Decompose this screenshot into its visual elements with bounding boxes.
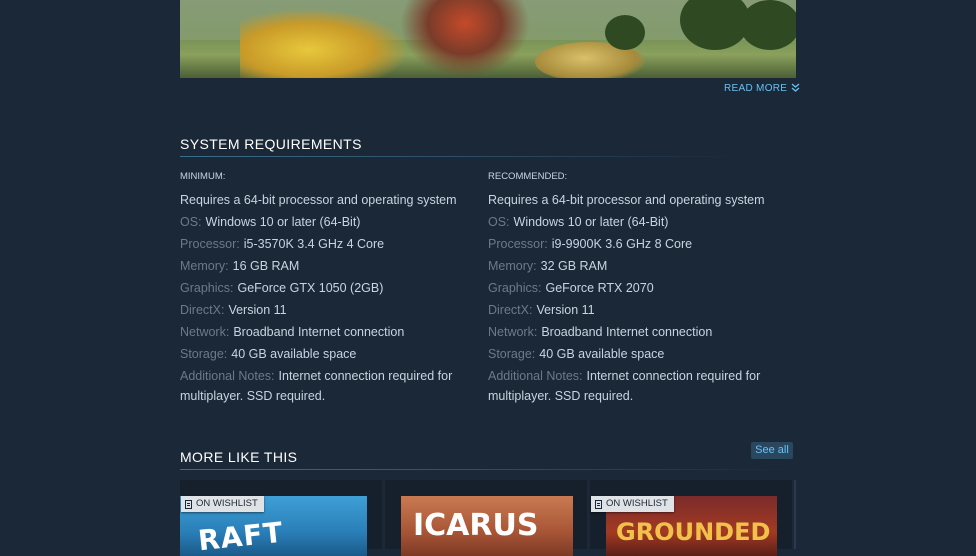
read-more-label: READ MORE <box>724 83 788 94</box>
req-label: Graphics: <box>180 281 234 295</box>
min-graphics-row: Graphics: GeForce GTX 1050 (2GB) <box>180 277 470 299</box>
rec-directx-row: DirectX: Version 11 <box>488 299 778 321</box>
game-screenshot-banner <box>180 0 796 78</box>
wishlist-badge: ON WISHLIST <box>181 496 264 512</box>
req-label: Network: <box>488 325 538 339</box>
req-label: DirectX: <box>180 303 225 317</box>
req-label: Processor: <box>488 237 548 251</box>
min-os-row: OS: Windows 10 or later (64-Bit) <box>180 211 470 233</box>
next-card-edge <box>794 480 796 549</box>
req-value: GeForce GTX 1050 (2GB) <box>237 281 384 295</box>
banner-tree <box>740 0 796 50</box>
wishlist-label: ON WISHLIST <box>196 498 258 509</box>
wishlist-icon <box>185 499 192 509</box>
game-logo: GROUNDED <box>616 518 771 546</box>
req-label: DirectX: <box>488 303 533 317</box>
min-storage-row: Storage: 40 GB available space <box>180 343 470 365</box>
req-value: i9-9900K 3.6 GHz 8 Core <box>551 237 693 251</box>
min-directx-row: DirectX: Version 11 <box>180 299 470 321</box>
req-value: 40 GB available space <box>539 347 665 361</box>
game-logo: ICARUS <box>413 508 539 543</box>
min-processor-row: Processor: i5-3570K 3.4 GHz 4 Core <box>180 233 470 255</box>
min-memory-row: Memory: 16 GB RAM <box>180 255 470 277</box>
req-value: GeForce RTX 2070 <box>545 281 654 295</box>
minimum-requirements: MINIMUM: Requires a 64-bit processor and… <box>180 170 470 406</box>
req-value: 16 GB RAM <box>232 259 300 273</box>
req-value: Broadband Internet connection <box>541 325 713 339</box>
system-requirements-title: SYSTEM REQUIREMENTS <box>180 136 362 152</box>
section-divider <box>180 156 740 157</box>
req-value: i5-3570K 3.4 GHz 4 Core <box>243 237 385 251</box>
req-label: Additional Notes: <box>488 369 583 383</box>
recommended-intro: Requires a 64-bit processor and operatin… <box>488 193 765 207</box>
section-divider <box>180 469 796 470</box>
recommendation-carousel: RAFT ON WISHLIST ICARUS GROUNDED ON WISH… <box>180 480 796 556</box>
double-chevron-down-icon <box>791 83 800 94</box>
rec-graphics-row: Graphics: GeForce RTX 2070 <box>488 277 778 299</box>
req-value: Broadband Internet connection <box>233 325 405 339</box>
banner-character <box>400 0 530 78</box>
rec-notes-row: Additional Notes: Internet connection req… <box>488 366 778 406</box>
req-label: Additional Notes: <box>180 369 275 383</box>
banner-creature <box>240 8 410 78</box>
rec-os-row: OS: Windows 10 or later (64-Bit) <box>488 211 778 233</box>
see-all-button[interactable]: See all <box>751 442 793 459</box>
req-label: Processor: <box>180 237 240 251</box>
read-more-link[interactable]: READ MORE <box>724 83 800 94</box>
req-label: Storage: <box>180 347 228 361</box>
more-like-this-title: MORE LIKE THIS <box>180 449 298 465</box>
minimum-heading: MINIMUM: <box>180 171 226 182</box>
rec-memory-row: Memory: 32 GB RAM <box>488 255 778 277</box>
min-notes-row: Additional Notes: Internet connection req… <box>180 366 470 406</box>
wishlist-icon <box>595 499 602 509</box>
min-network-row: Network: Broadband Internet connection <box>180 321 470 343</box>
rec-processor-row: Processor: i9-9900K 3.6 GHz 8 Core <box>488 233 778 255</box>
wishlist-badge: ON WISHLIST <box>591 496 674 512</box>
rec-network-row: Network: Broadband Internet connection <box>488 321 778 343</box>
req-value: Version 11 <box>536 303 595 317</box>
req-value: Windows 10 or later (64-Bit) <box>513 215 669 229</box>
req-label: Storage: <box>488 347 536 361</box>
recommended-heading: RECOMMENDED: <box>488 171 568 182</box>
game-card-grounded[interactable]: GROUNDED ON WISHLIST <box>590 480 792 556</box>
minimum-intro: Requires a 64-bit processor and operatin… <box>180 193 457 207</box>
game-card-icarus[interactable]: ICARUS <box>385 480 587 556</box>
req-label: OS: <box>488 215 510 229</box>
wishlist-label: ON WISHLIST <box>606 498 668 509</box>
game-logo: RAFT <box>196 515 285 556</box>
req-label: Graphics: <box>488 281 542 295</box>
req-value: 32 GB RAM <box>540 259 608 273</box>
game-card-raft[interactable]: RAFT ON WISHLIST <box>180 480 382 556</box>
rec-storage-row: Storage: 40 GB available space <box>488 343 778 365</box>
req-value: Windows 10 or later (64-Bit) <box>205 215 361 229</box>
game-capsule-image: ICARUS <box>401 496 573 556</box>
req-value: 40 GB available space <box>231 347 357 361</box>
req-label: Network: <box>180 325 230 339</box>
req-label: OS: <box>180 215 202 229</box>
req-label: Memory: <box>488 259 537 273</box>
req-value: Version 11 <box>228 303 287 317</box>
req-label: Memory: <box>180 259 229 273</box>
banner-tree <box>605 15 645 50</box>
recommended-requirements: RECOMMENDED: Requires a 64-bit processor… <box>488 170 778 406</box>
